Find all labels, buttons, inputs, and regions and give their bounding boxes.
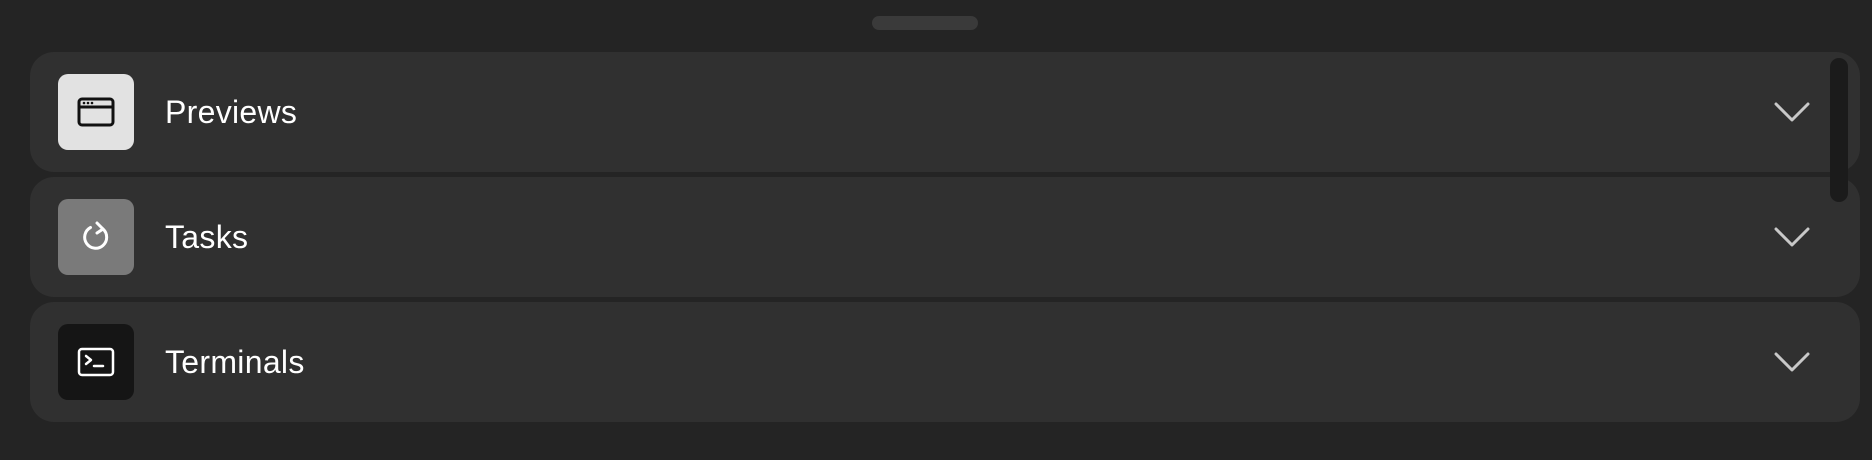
chevron-down-icon[interactable] [1772, 98, 1812, 126]
sheet-grabber[interactable] [872, 16, 978, 30]
terminals-icon-tile [58, 324, 134, 400]
chevron-down-icon[interactable] [1772, 223, 1812, 251]
browser-window-icon [77, 97, 115, 127]
section-label-previews: Previews [165, 94, 298, 130]
section-tasks[interactable]: Tasks [30, 177, 1860, 297]
tasks-icon-tile [58, 199, 134, 275]
section-label-terminals: Terminals [165, 344, 305, 380]
previews-icon-tile [58, 74, 134, 150]
chevron-down-icon[interactable] [1772, 348, 1812, 376]
refresh-icon [83, 221, 109, 250]
bottom-sheet: Previews Tasks Terminals [0, 0, 1872, 460]
section-label-tasks: Tasks [165, 219, 249, 255]
scrollbar[interactable] [1830, 58, 1848, 202]
section-terminals[interactable]: Terminals [30, 302, 1860, 422]
terminal-icon [77, 347, 115, 377]
section-previews[interactable]: Previews [30, 52, 1860, 172]
